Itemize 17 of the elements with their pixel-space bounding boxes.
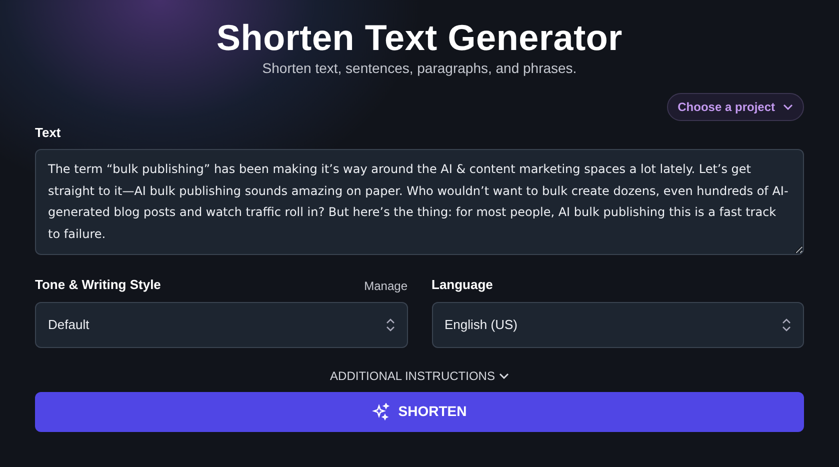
select-field[interactable]: English (US): [432, 302, 804, 348]
field-label: Text: [35, 124, 62, 142]
field-label: Language: [432, 276, 493, 294]
project-dropdown[interactable]: Choose a project: [666, 92, 804, 121]
select-field[interactable]: Default: [35, 302, 408, 348]
up-down-chevron-icon: [782, 318, 791, 332]
chevron-down-icon: [783, 104, 793, 110]
field-label: Tone & Writing Style: [35, 276, 161, 294]
page-subtitle: Shorten text, sentences, paragraphs, and phrases.: [261, 58, 578, 78]
page-title: Shorten Text Generator: [215, 18, 624, 58]
chevron-down-icon: [498, 372, 509, 379]
text-input[interactable]: The term “bulk publishing” has been making it’s way around the AI & content marketing spaces a lot lately. Let’s get straight to it—AI bulk publishing sounds amazing on paper. Who wouldn’t want to bulk create dozens, even hundreds of AI-generated blog posts and watch traffic roll in? But here’s the thing: for most people, AI bulk publishing this is a fast track to failure.: [35, 149, 804, 256]
additional-instructions-toggle[interactable]: ADDITIONAL INSTRUCTIONS: [324, 366, 515, 386]
up-down-chevron-icon: [386, 318, 394, 332]
sparkles-icon: [372, 402, 390, 421]
manage-link[interactable]: Manage: [364, 276, 408, 295]
shorten-button[interactable]: SHORTEN: [35, 392, 804, 432]
